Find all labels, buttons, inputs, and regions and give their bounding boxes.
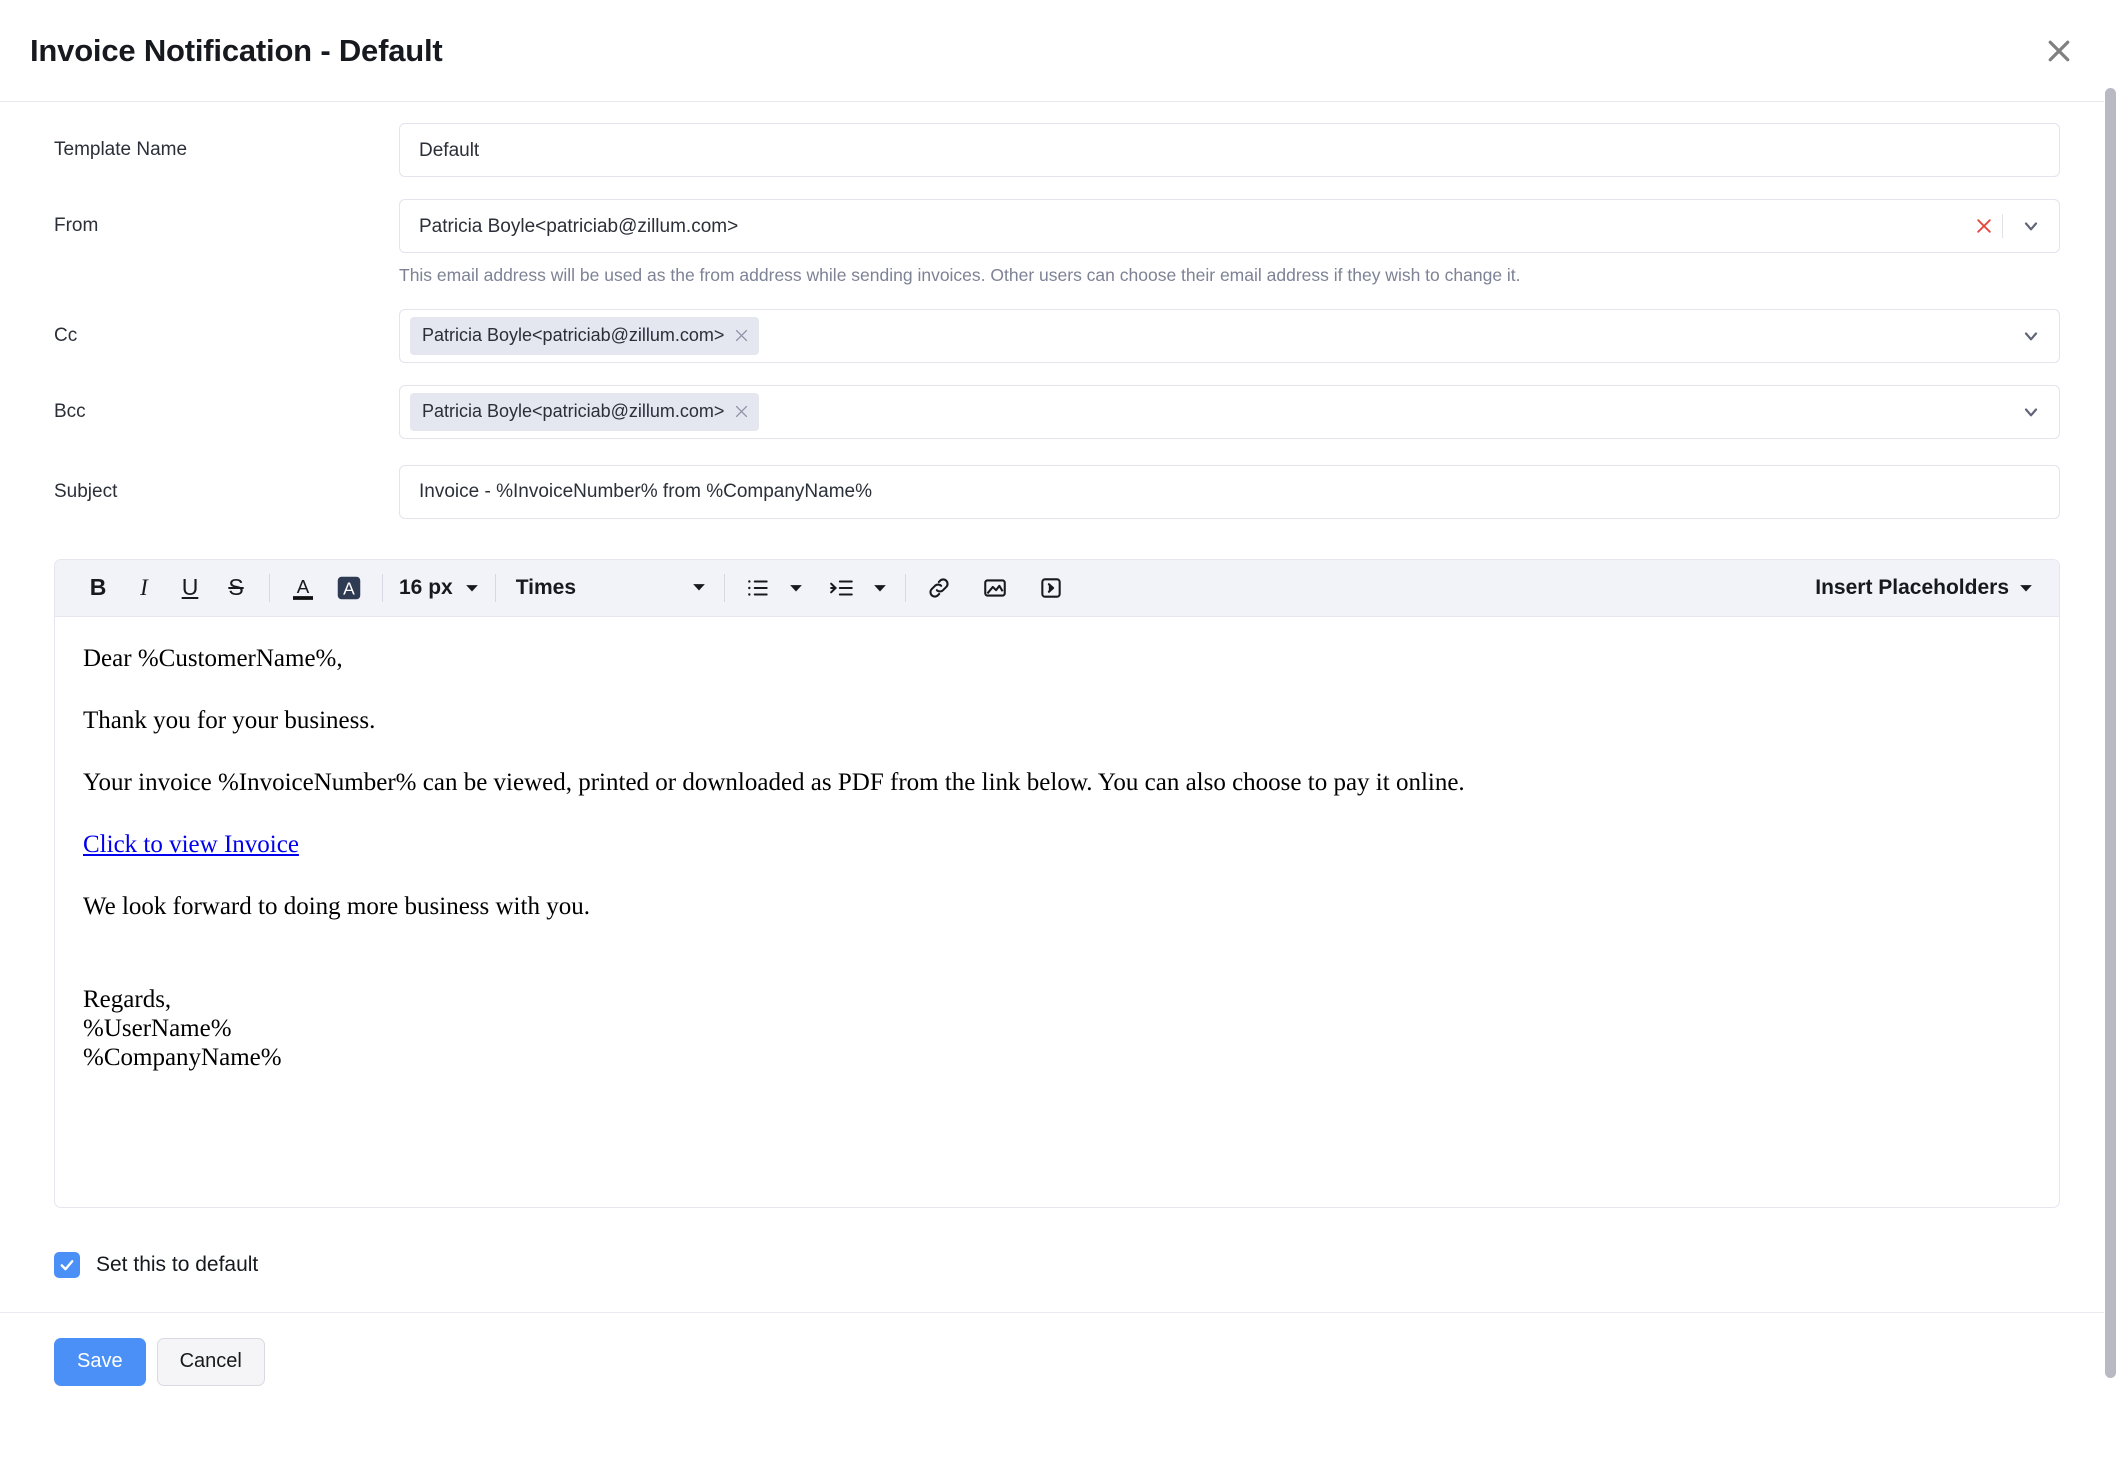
bullet-list-icon[interactable] bbox=[735, 565, 781, 611]
italic-button[interactable]: I bbox=[121, 565, 167, 611]
editor-content-area[interactable]: Dear %CustomerName%, Thank you for your … bbox=[55, 617, 2059, 1207]
subject-input[interactable]: Invoice - %InvoiceNumber% from %CompanyN… bbox=[399, 464, 2060, 519]
caret-down-icon bbox=[2019, 581, 2033, 595]
text-color-icon[interactable]: A bbox=[280, 565, 326, 611]
template-name-row: Template Name Default bbox=[54, 123, 2060, 177]
body-closing: We look forward to doing more business w… bbox=[83, 892, 590, 920]
cc-row: Cc Patricia Boyle<patriciab@zillum.com> bbox=[54, 308, 2060, 363]
underline-button[interactable]: U bbox=[167, 565, 213, 611]
editor-toolbar: B I U S A A 16 px Times Insert Placehold… bbox=[55, 559, 2059, 617]
cc-input[interactable]: Patricia Boyle<patriciab@zillum.com> bbox=[399, 308, 2060, 363]
body-thanks: Thank you for your business. bbox=[83, 706, 376, 734]
subject-value: Invoice - %InvoiceNumber% from %CompanyN… bbox=[419, 481, 872, 503]
body-greeting: Dear %CustomerName%, bbox=[83, 644, 343, 672]
chip-remove-icon[interactable] bbox=[733, 403, 750, 420]
set-default-checkbox[interactable] bbox=[54, 1251, 80, 1278]
bcc-chip-label: Patricia Boyle<patriciab@zillum.com> bbox=[422, 401, 725, 422]
toolbar-divider bbox=[382, 573, 383, 602]
font-family-select[interactable]: Times bbox=[506, 565, 714, 611]
bold-button[interactable]: B bbox=[75, 565, 121, 611]
toolbar-divider bbox=[904, 573, 906, 602]
from-label: From bbox=[54, 215, 99, 236]
caret-down-icon bbox=[465, 581, 479, 595]
from-help-text: This email address will be used as the f… bbox=[399, 265, 1521, 285]
page-title: Invoice Notification - Default bbox=[30, 32, 443, 68]
chevron-down-icon[interactable] bbox=[2021, 216, 2041, 236]
bullet-list-caret-down-icon[interactable] bbox=[781, 565, 811, 611]
source-code-icon[interactable] bbox=[1028, 565, 1074, 611]
toolbar-divider bbox=[494, 573, 496, 602]
signature-company: %CompanyName% bbox=[83, 1043, 282, 1071]
image-icon[interactable] bbox=[972, 565, 1018, 611]
clear-x-icon[interactable] bbox=[1974, 216, 1994, 236]
insert-placeholders-button[interactable]: Insert Placeholders bbox=[1815, 565, 2033, 611]
toolbar-divider bbox=[723, 573, 725, 602]
font-size-select[interactable]: 16 px bbox=[393, 565, 485, 611]
modal-header: Invoice Notification - Default bbox=[0, 0, 2118, 102]
bcc-label: Bcc bbox=[54, 400, 86, 422]
check-icon bbox=[60, 1259, 74, 1271]
bcc-chip[interactable]: Patricia Boyle<patriciab@zillum.com> bbox=[410, 392, 760, 431]
bcc-row: Bcc Patricia Boyle<patriciab@zillum.com> bbox=[54, 384, 2060, 439]
cancel-button[interactable]: Cancel bbox=[156, 1337, 265, 1386]
template-name-value: Default bbox=[419, 139, 480, 161]
svg-text:A: A bbox=[297, 576, 310, 597]
toolbar-divider bbox=[269, 573, 270, 602]
indent-icon[interactable] bbox=[819, 565, 865, 611]
subject-row: Subject Invoice - %InvoiceNumber% from %… bbox=[54, 464, 2060, 519]
cc-chip[interactable]: Patricia Boyle<patriciab@zillum.com> bbox=[410, 316, 760, 355]
insert-placeholders-label: Insert Placeholders bbox=[1815, 575, 2009, 599]
footer-divider bbox=[0, 1311, 2118, 1313]
cc-chip-label: Patricia Boyle<patriciab@zillum.com> bbox=[422, 325, 725, 346]
from-value: Patricia Boyle<patriciab@zillum.com> bbox=[419, 215, 739, 237]
from-row: From Patricia Boyle<patriciab@zillum.com… bbox=[54, 199, 2060, 287]
from-input[interactable]: Patricia Boyle<patriciab@zillum.com> bbox=[399, 199, 2060, 253]
chip-remove-icon[interactable] bbox=[733, 327, 750, 344]
signature-regards: Regards, bbox=[83, 985, 172, 1013]
cc-chevron-down-icon[interactable] bbox=[2021, 326, 2041, 346]
highlight-color-icon[interactable]: A bbox=[326, 565, 372, 611]
set-default-row: Set this to default bbox=[54, 1251, 2060, 1278]
indent-caret-down-icon[interactable] bbox=[865, 565, 895, 611]
rich-text-editor: B I U S A A 16 px Times Insert Placehold… bbox=[54, 558, 2060, 1208]
bcc-input[interactable]: Patricia Boyle<patriciab@zillum.com> bbox=[399, 384, 2060, 439]
set-default-label: Set this to default bbox=[96, 1252, 259, 1276]
strikethrough-button[interactable]: S bbox=[213, 565, 259, 611]
template-name-input[interactable]: Default bbox=[399, 123, 2060, 177]
scrollbar-thumb[interactable] bbox=[2105, 88, 2116, 1378]
link-icon[interactable] bbox=[916, 565, 962, 611]
modal-body: Template Name Default From Patricia Boyl… bbox=[0, 102, 2118, 1386]
view-invoice-link[interactable]: Click to view Invoice bbox=[83, 831, 299, 858]
font-family-value: Times bbox=[515, 575, 577, 599]
scrollbar-track[interactable] bbox=[2104, 0, 2118, 1457]
from-divider bbox=[2002, 214, 2003, 238]
body-signature: Regards, %UserName% %CompanyName% bbox=[83, 985, 2029, 1072]
font-size-value: 16 px bbox=[399, 575, 453, 599]
caret-down-icon bbox=[692, 576, 706, 600]
body-invoice: Your invoice %InvoiceNumber% can be view… bbox=[83, 768, 1465, 796]
close-icon[interactable] bbox=[2036, 28, 2082, 74]
signature-username: %UserName% bbox=[83, 1014, 232, 1042]
subject-label: Subject bbox=[54, 480, 118, 502]
email-template-modal: Invoice Notification - Default Template … bbox=[0, 0, 2118, 1457]
body-link-paragraph: Click to view Invoice bbox=[83, 831, 2029, 859]
svg-text:A: A bbox=[343, 578, 355, 598]
save-button[interactable]: Save bbox=[54, 1337, 146, 1386]
cc-label: Cc bbox=[54, 324, 78, 346]
bcc-chevron-down-icon[interactable] bbox=[2021, 402, 2041, 422]
footer-actions: Save Cancel bbox=[54, 1337, 2060, 1386]
template-name-label: Template Name bbox=[54, 139, 188, 160]
